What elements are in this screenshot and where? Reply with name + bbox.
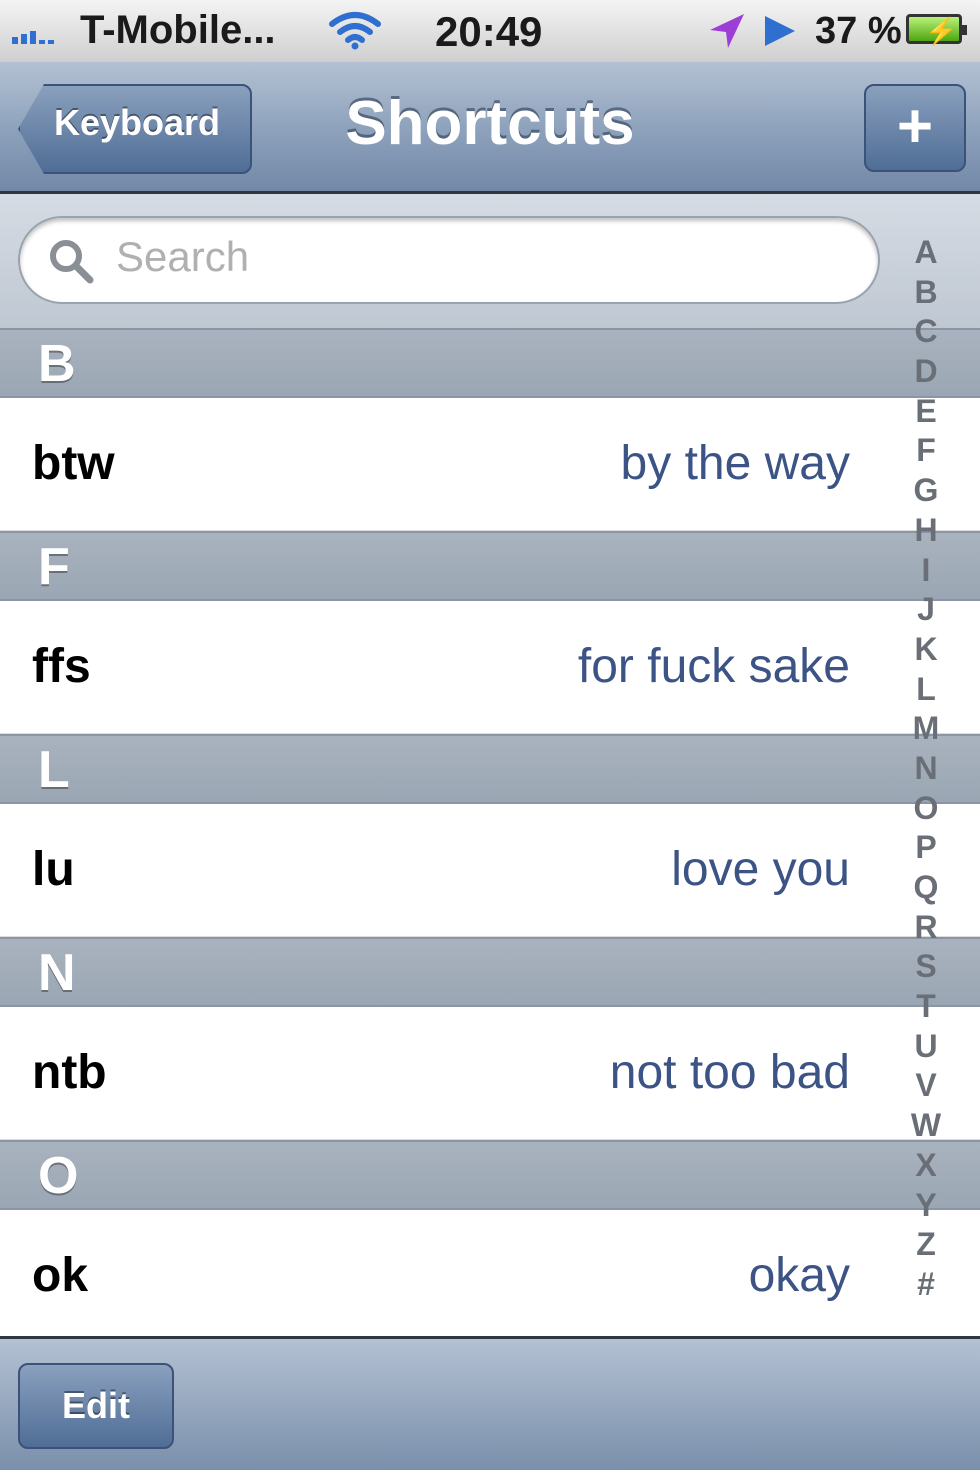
index-letter[interactable]: N bbox=[906, 749, 946, 789]
bottom-toolbar: Edit bbox=[0, 1336, 980, 1470]
shortcut-key: ffs bbox=[32, 640, 91, 693]
search-field[interactable] bbox=[18, 216, 880, 304]
signal-icon bbox=[12, 26, 54, 44]
add-shortcut-button[interactable]: + bbox=[864, 84, 966, 172]
index-letter[interactable]: V bbox=[906, 1066, 946, 1106]
index-letter[interactable]: # bbox=[906, 1265, 946, 1305]
battery-charging-icon: ⚡ bbox=[906, 14, 967, 46]
wifi-icon bbox=[328, 10, 382, 55]
index-letter[interactable]: E bbox=[906, 392, 946, 432]
battery-percent: 37 % bbox=[815, 10, 902, 52]
shortcut-phrase: for fuck sake bbox=[577, 640, 850, 693]
index-letter[interactable]: D bbox=[906, 352, 946, 392]
list-item[interactable]: ok okay bbox=[0, 1210, 980, 1343]
edit-button-label: Edit bbox=[62, 1385, 130, 1426]
section-index[interactable]: A B C D E F G H I J K L M N O P Q R S T … bbox=[906, 233, 946, 1305]
index-letter[interactable]: S bbox=[906, 947, 946, 987]
index-letter[interactable]: W bbox=[906, 1106, 946, 1146]
carrier-label: T-Mobile... bbox=[80, 8, 276, 52]
index-letter[interactable]: R bbox=[906, 908, 946, 948]
index-letter[interactable]: C bbox=[906, 312, 946, 352]
list-item[interactable]: lu love you bbox=[0, 804, 980, 937]
list-item[interactable]: ffs for fuck sake bbox=[0, 601, 980, 734]
shortcut-phrase: by the way bbox=[620, 437, 850, 490]
shortcut-key: btw bbox=[32, 437, 115, 490]
index-letter[interactable]: X bbox=[906, 1146, 946, 1186]
index-letter[interactable]: B bbox=[906, 273, 946, 313]
shortcut-phrase: okay bbox=[748, 1249, 850, 1302]
index-letter[interactable]: I bbox=[906, 551, 946, 591]
index-letter[interactable]: F bbox=[906, 431, 946, 471]
shortcut-list: B btw by the way F ffs for fuck sake L l… bbox=[0, 328, 980, 1343]
index-letter[interactable]: H bbox=[906, 511, 946, 551]
index-letter[interactable]: P bbox=[906, 828, 946, 868]
shortcut-phrase: not too bad bbox=[609, 1046, 850, 1099]
index-letter[interactable]: A bbox=[906, 233, 946, 273]
index-letter[interactable]: G bbox=[906, 471, 946, 511]
search-bar bbox=[0, 194, 980, 328]
index-letter[interactable]: U bbox=[906, 1027, 946, 1067]
section-header-n: N bbox=[0, 937, 980, 1007]
edit-button[interactable]: Edit bbox=[18, 1363, 174, 1449]
search-input[interactable] bbox=[114, 232, 818, 282]
shortcut-phrase: love you bbox=[671, 843, 850, 896]
play-icon bbox=[763, 14, 797, 53]
list-item[interactable]: ntb not too bad bbox=[0, 1007, 980, 1140]
list-item[interactable]: btw by the way bbox=[0, 398, 980, 531]
page-title: Shortcuts bbox=[345, 89, 635, 158]
search-icon bbox=[48, 238, 94, 289]
navigation-bar: Keyboard Shortcuts + bbox=[0, 62, 980, 194]
index-letter[interactable]: J bbox=[906, 590, 946, 630]
index-letter[interactable]: O bbox=[906, 789, 946, 829]
index-letter[interactable]: M bbox=[906, 709, 946, 749]
index-letter[interactable]: Q bbox=[906, 868, 946, 908]
status-bar: T-Mobile... 20:49 37 % ⚡ bbox=[0, 0, 980, 62]
index-letter[interactable]: T bbox=[906, 987, 946, 1027]
shortcut-key: ok bbox=[32, 1249, 89, 1302]
clock: 20:49 bbox=[435, 8, 543, 55]
index-letter[interactable]: L bbox=[906, 670, 946, 710]
location-arrow-icon bbox=[706, 12, 746, 55]
index-letter[interactable]: Y bbox=[906, 1186, 946, 1226]
section-header-f: F bbox=[0, 531, 980, 601]
index-letter[interactable]: K bbox=[906, 630, 946, 670]
section-header-l: L bbox=[0, 734, 980, 804]
shortcut-key: ntb bbox=[32, 1046, 107, 1099]
section-header-b: B bbox=[0, 328, 980, 398]
index-letter[interactable]: Z bbox=[906, 1225, 946, 1265]
shortcut-key: lu bbox=[32, 843, 75, 896]
section-header-o: O bbox=[0, 1140, 980, 1210]
plus-icon: + bbox=[896, 92, 934, 161]
